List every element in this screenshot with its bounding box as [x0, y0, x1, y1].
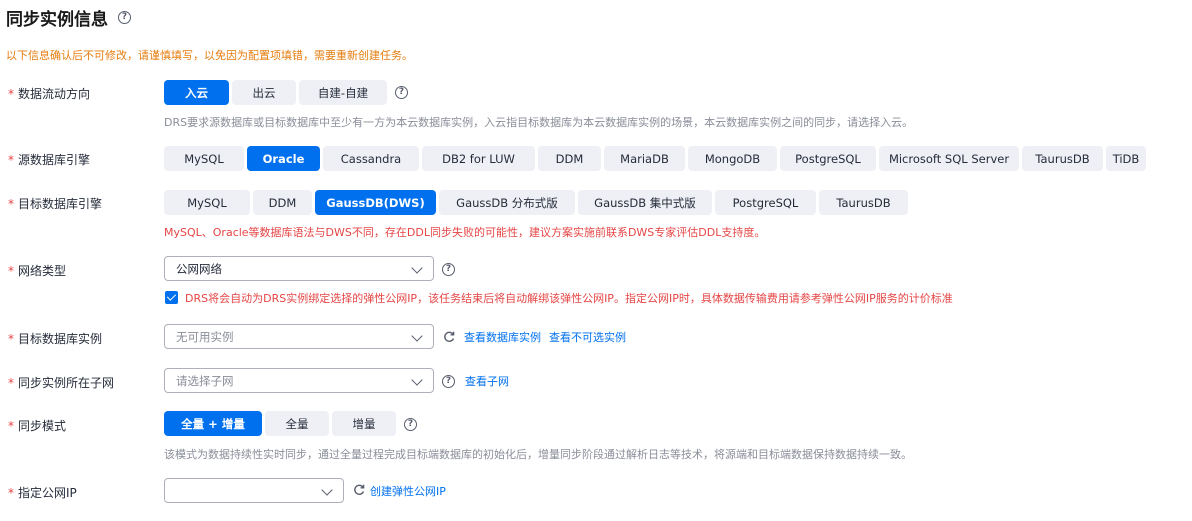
chevron-down-icon — [411, 374, 423, 386]
source-engine-postgresql[interactable]: PostgreSQL — [780, 146, 876, 171]
source-engine-cassandra[interactable]: Cassandra — [323, 146, 419, 171]
subnet-label: * 同步实例所在子网 — [8, 375, 115, 391]
chevron-down-icon — [411, 262, 423, 274]
direction-hint: DRS要求源数据库或目标数据库中至少有一方为本云数据库实例，入云指目标数据库为本… — [164, 116, 914, 129]
eip-checkbox[interactable] — [165, 291, 178, 304]
target-engine-gaussdb-centralized[interactable]: GaussDB 集中式版 — [578, 190, 712, 215]
required-icon: * — [8, 196, 14, 211]
target-engine-taurusdb[interactable]: TaurusDB — [819, 190, 908, 215]
help-icon[interactable]: ? — [404, 418, 417, 431]
create-eip-link[interactable]: 创建弹性公网IP — [370, 483, 446, 499]
chevron-down-icon — [321, 484, 333, 496]
sync-mode-full[interactable]: 全量 — [265, 411, 329, 436]
source-engine-segment: MySQL Oracle Cassandra DB2 for LUW DDM M… — [164, 146, 1146, 171]
target-engine-dws[interactable]: GaussDB(DWS) — [315, 190, 436, 215]
sync-mode-incremental[interactable]: 增量 — [332, 411, 396, 436]
sync-mode-label: * 同步模式 — [8, 418, 67, 434]
subnet-placeholder: 请选择子网 — [176, 373, 234, 388]
direction-option-self[interactable]: 自建-自建 — [299, 80, 387, 105]
view-db-instances-link[interactable]: 查看数据库实例 — [464, 329, 541, 345]
required-icon: * — [8, 152, 14, 167]
required-icon: * — [8, 375, 14, 390]
help-icon[interactable]: ? — [442, 263, 455, 276]
refresh-icon[interactable] — [353, 484, 365, 496]
target-instance-placeholder: 无可用实例 — [176, 329, 234, 344]
direction-label: * 数据流动方向 — [8, 86, 91, 102]
help-icon[interactable]: ? — [442, 375, 455, 388]
source-engine-oracle[interactable]: Oracle — [247, 146, 320, 171]
target-instance-label: * 目标数据库实例 — [8, 331, 103, 347]
source-engine-mariadb[interactable]: MariaDB — [604, 146, 685, 171]
view-subnet-link[interactable]: 查看子网 — [465, 373, 509, 389]
help-icon[interactable]: ? — [118, 10, 131, 24]
chevron-down-icon — [411, 330, 423, 342]
network-select[interactable]: 公网网络 — [164, 256, 434, 281]
target-instance-select[interactable]: 无可用实例 — [164, 324, 434, 349]
source-engine-mongodb[interactable]: MongoDB — [688, 146, 777, 171]
source-engine-ddm[interactable]: DDM — [538, 146, 601, 171]
public-ip-select[interactable] — [164, 478, 344, 503]
source-engine-taurusdb[interactable]: TaurusDB — [1022, 146, 1103, 171]
page-title: 同步实例信息 — [6, 9, 108, 30]
source-engine-mysql[interactable]: MySQL — [164, 146, 244, 171]
target-engine-label: * 目标数据库引擎 — [8, 196, 103, 212]
sync-mode-hint: 该模式为数据持续性实时同步，通过全量过程完成目标端数据库的初始化后，增量同步阶段… — [164, 448, 912, 461]
source-engine-sqlserver[interactable]: Microsoft SQL Server — [879, 146, 1019, 171]
page-title-row: 同步实例信息 ? — [6, 5, 131, 30]
subnet-select[interactable]: 请选择子网 — [164, 368, 434, 393]
notice-text: 以下信息确认后不可修改，请谨慎填写，以免因为配置项填错，需要重新创建任务。 — [6, 49, 413, 62]
required-icon: * — [8, 86, 14, 101]
required-icon: * — [8, 331, 14, 346]
eip-checkbox-text: DRS将会自动为DRS实例绑定选择的弹性公网IP，该任务结束后将自动解绑该弹性公… — [185, 292, 953, 305]
refresh-icon[interactable] — [443, 331, 455, 343]
target-engine-postgresql[interactable]: PostgreSQL — [715, 190, 816, 215]
direction-option-in[interactable]: 入云 — [164, 80, 229, 105]
target-engine-mysql[interactable]: MySQL — [164, 190, 250, 215]
help-icon[interactable]: ? — [395, 86, 408, 99]
direction-segment: 入云 出云 自建-自建 — [164, 80, 387, 105]
source-engine-db2[interactable]: DB2 for LUW — [422, 146, 535, 171]
source-engine-label: * 源数据库引擎 — [8, 152, 91, 168]
network-select-value: 公网网络 — [176, 261, 222, 276]
required-icon: * — [8, 418, 14, 433]
public-ip-label: * 指定公网IP — [8, 485, 77, 501]
sync-mode-full-incremental[interactable]: 全量 + 增量 — [164, 411, 262, 436]
required-icon: * — [8, 485, 14, 500]
target-engine-ddm[interactable]: DDM — [253, 190, 312, 215]
network-label: * 网络类型 — [8, 263, 67, 279]
view-unselectable-instances-link[interactable]: 查看不可选实例 — [549, 329, 626, 345]
target-engine-gaussdb-distributed[interactable]: GaussDB 分布式版 — [439, 190, 575, 215]
target-engine-segment: MySQL DDM GaussDB(DWS) GaussDB 分布式版 Gaus… — [164, 190, 908, 215]
sync-mode-segment: 全量 + 增量 全量 增量 — [164, 411, 396, 436]
target-engine-warning: MySQL、Oracle等数据库语法与DWS不同，存在DDL同步失败的可能性，建… — [164, 226, 766, 239]
direction-option-out[interactable]: 出云 — [232, 80, 296, 105]
required-icon: * — [8, 263, 14, 278]
source-engine-tidb[interactable]: TiDB — [1106, 146, 1146, 171]
